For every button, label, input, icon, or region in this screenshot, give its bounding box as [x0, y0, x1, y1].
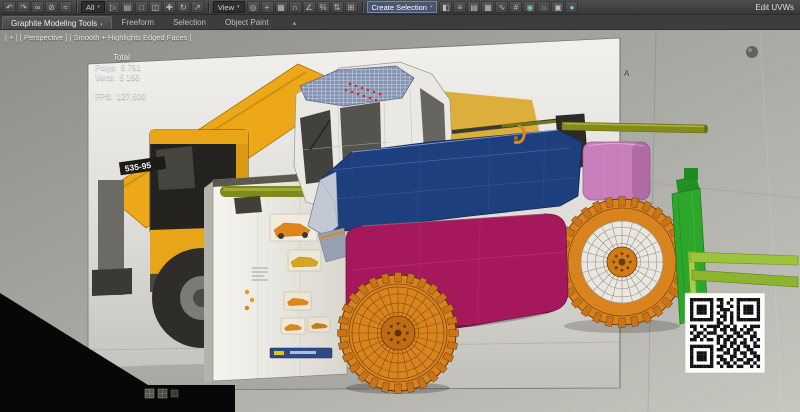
graphite-ribbon-icon[interactable]: ▦ [481, 1, 494, 13]
unlink-selection-icon[interactable]: ⊘ [45, 1, 58, 13]
render-setup-icon[interactable]: ☼ [537, 1, 550, 13]
rectangular-selection-region-icon[interactable]: □ [135, 1, 148, 13]
stats-verts-label: Verts: [95, 73, 115, 82]
chevron-down-icon: ▾ [97, 4, 100, 10]
curve-editor-icon[interactable]: ∿ [495, 1, 508, 13]
angle-snap-icon[interactable]: ∠ [303, 1, 316, 13]
statistics-overlay: Total Polys: 5 791 Verts: 5 156 FPS: 127,50… [95, 53, 146, 102]
toolbar-separator [76, 2, 77, 13]
render-production-icon[interactable]: ● [565, 1, 578, 13]
ribbon-collapse-icon[interactable]: ▴ [289, 17, 301, 29]
named-selection-sets-dropdown[interactable]: Create Selection ▾ [367, 1, 438, 13]
toolbar-separator [362, 2, 363, 13]
viewport-label[interactable]: [ + ] [ Perspective ] [ Smooth + Highlig… [5, 33, 191, 42]
align-icon[interactable]: ≡ [453, 1, 466, 13]
bind-to-space-warp-icon[interactable]: ≈ [59, 1, 72, 13]
toolbar-separator [208, 2, 209, 13]
rendered-frame-icon[interactable]: ▣ [551, 1, 564, 13]
edit-uvws-title[interactable]: Edit UVWs [755, 3, 797, 12]
select-by-name-icon[interactable]: ▤ [121, 1, 134, 13]
qr-code[interactable] [685, 293, 765, 373]
undo-icon[interactable]: ↶ [3, 1, 16, 13]
mirror-icon[interactable]: ◧ [439, 1, 452, 13]
use-pivot-center-icon[interactable]: ◎ [247, 1, 260, 13]
keyboard-override-icon[interactable]: ▦ [275, 1, 288, 13]
named-selection-label: Create Selection [372, 3, 427, 12]
stats-verts-value: 5 156 [119, 73, 139, 82]
stats-fps-value: 127,509 [117, 92, 146, 101]
select-and-move-icon[interactable]: ✚ [163, 1, 176, 13]
chevron-down-icon: ▾ [430, 4, 433, 10]
chevron-down-icon: ▾ [237, 4, 240, 10]
perspective-viewport[interactable]: A [0, 30, 800, 412]
edit-named-selections-icon[interactable]: ⊞ [345, 1, 358, 13]
select-and-rotate-icon[interactable]: ↻ [177, 1, 190, 13]
helper-sphere[interactable] [746, 46, 758, 58]
select-object-icon[interactable]: ▷ [107, 1, 120, 13]
stats-polys-value: 5 791 [121, 63, 141, 72]
tab-freeform[interactable]: Freeform [113, 15, 163, 29]
window-crossing-icon[interactable]: ◫ [149, 1, 162, 13]
tab-graphite-modeling-tools[interactable]: Graphite Modeling Tools▾ [2, 16, 112, 29]
model-counterweight[interactable] [583, 142, 650, 200]
percent-snap-icon[interactable]: % [317, 1, 330, 13]
coordinate-system-dropdown[interactable]: View ▾ [213, 1, 245, 13]
schematic-view-icon[interactable]: # [509, 1, 522, 13]
redo-icon[interactable]: ↷ [17, 1, 30, 13]
snaps-toggle-icon[interactable]: ∩ [289, 1, 302, 13]
select-and-link-icon[interactable]: ∞ [31, 1, 44, 13]
select-and-manipulate-icon[interactable]: + [261, 1, 274, 13]
ribbon-tabs: Graphite Modeling Tools▾FreeformSelectio… [2, 15, 279, 29]
layer-manager-icon[interactable]: ▤ [467, 1, 480, 13]
main-toolbar: ↶↷∞⊘≈ All ▾ ▷▤□◫✚↻↗ View ▾ ◎+▦∩∠%⇅⊞ Crea… [0, 0, 800, 15]
tab-selection[interactable]: Selection [164, 15, 215, 29]
tab-object-paint[interactable]: Object Paint [216, 15, 278, 29]
select-and-scale-icon[interactable]: ↗ [191, 1, 204, 13]
coordinate-system-label: View [218, 3, 234, 12]
stats-polys-label: Polys: [95, 63, 117, 72]
mini-viewport-icons[interactable] [145, 389, 178, 398]
spinner-snap-icon[interactable]: ⇅ [331, 1, 344, 13]
3ds-max-window: ↶↷∞⊘≈ All ▾ ▷▤□◫✚↻↗ View ▾ ◎+▦∩∠%⇅⊞ Crea… [0, 0, 800, 412]
selection-filter-label: All [86, 3, 94, 12]
material-editor-icon[interactable]: ◉ [523, 1, 536, 13]
axis-label: A [624, 69, 630, 78]
ribbon-tab-bar: Graphite Modeling Tools▾FreeformSelectio… [0, 15, 800, 30]
stats-fps-label: FPS: [95, 92, 113, 101]
stats-total-label: Total [113, 53, 146, 63]
lift-cylinder[interactable] [220, 186, 312, 197]
selection-filter-dropdown[interactable]: All ▾ [81, 1, 105, 13]
